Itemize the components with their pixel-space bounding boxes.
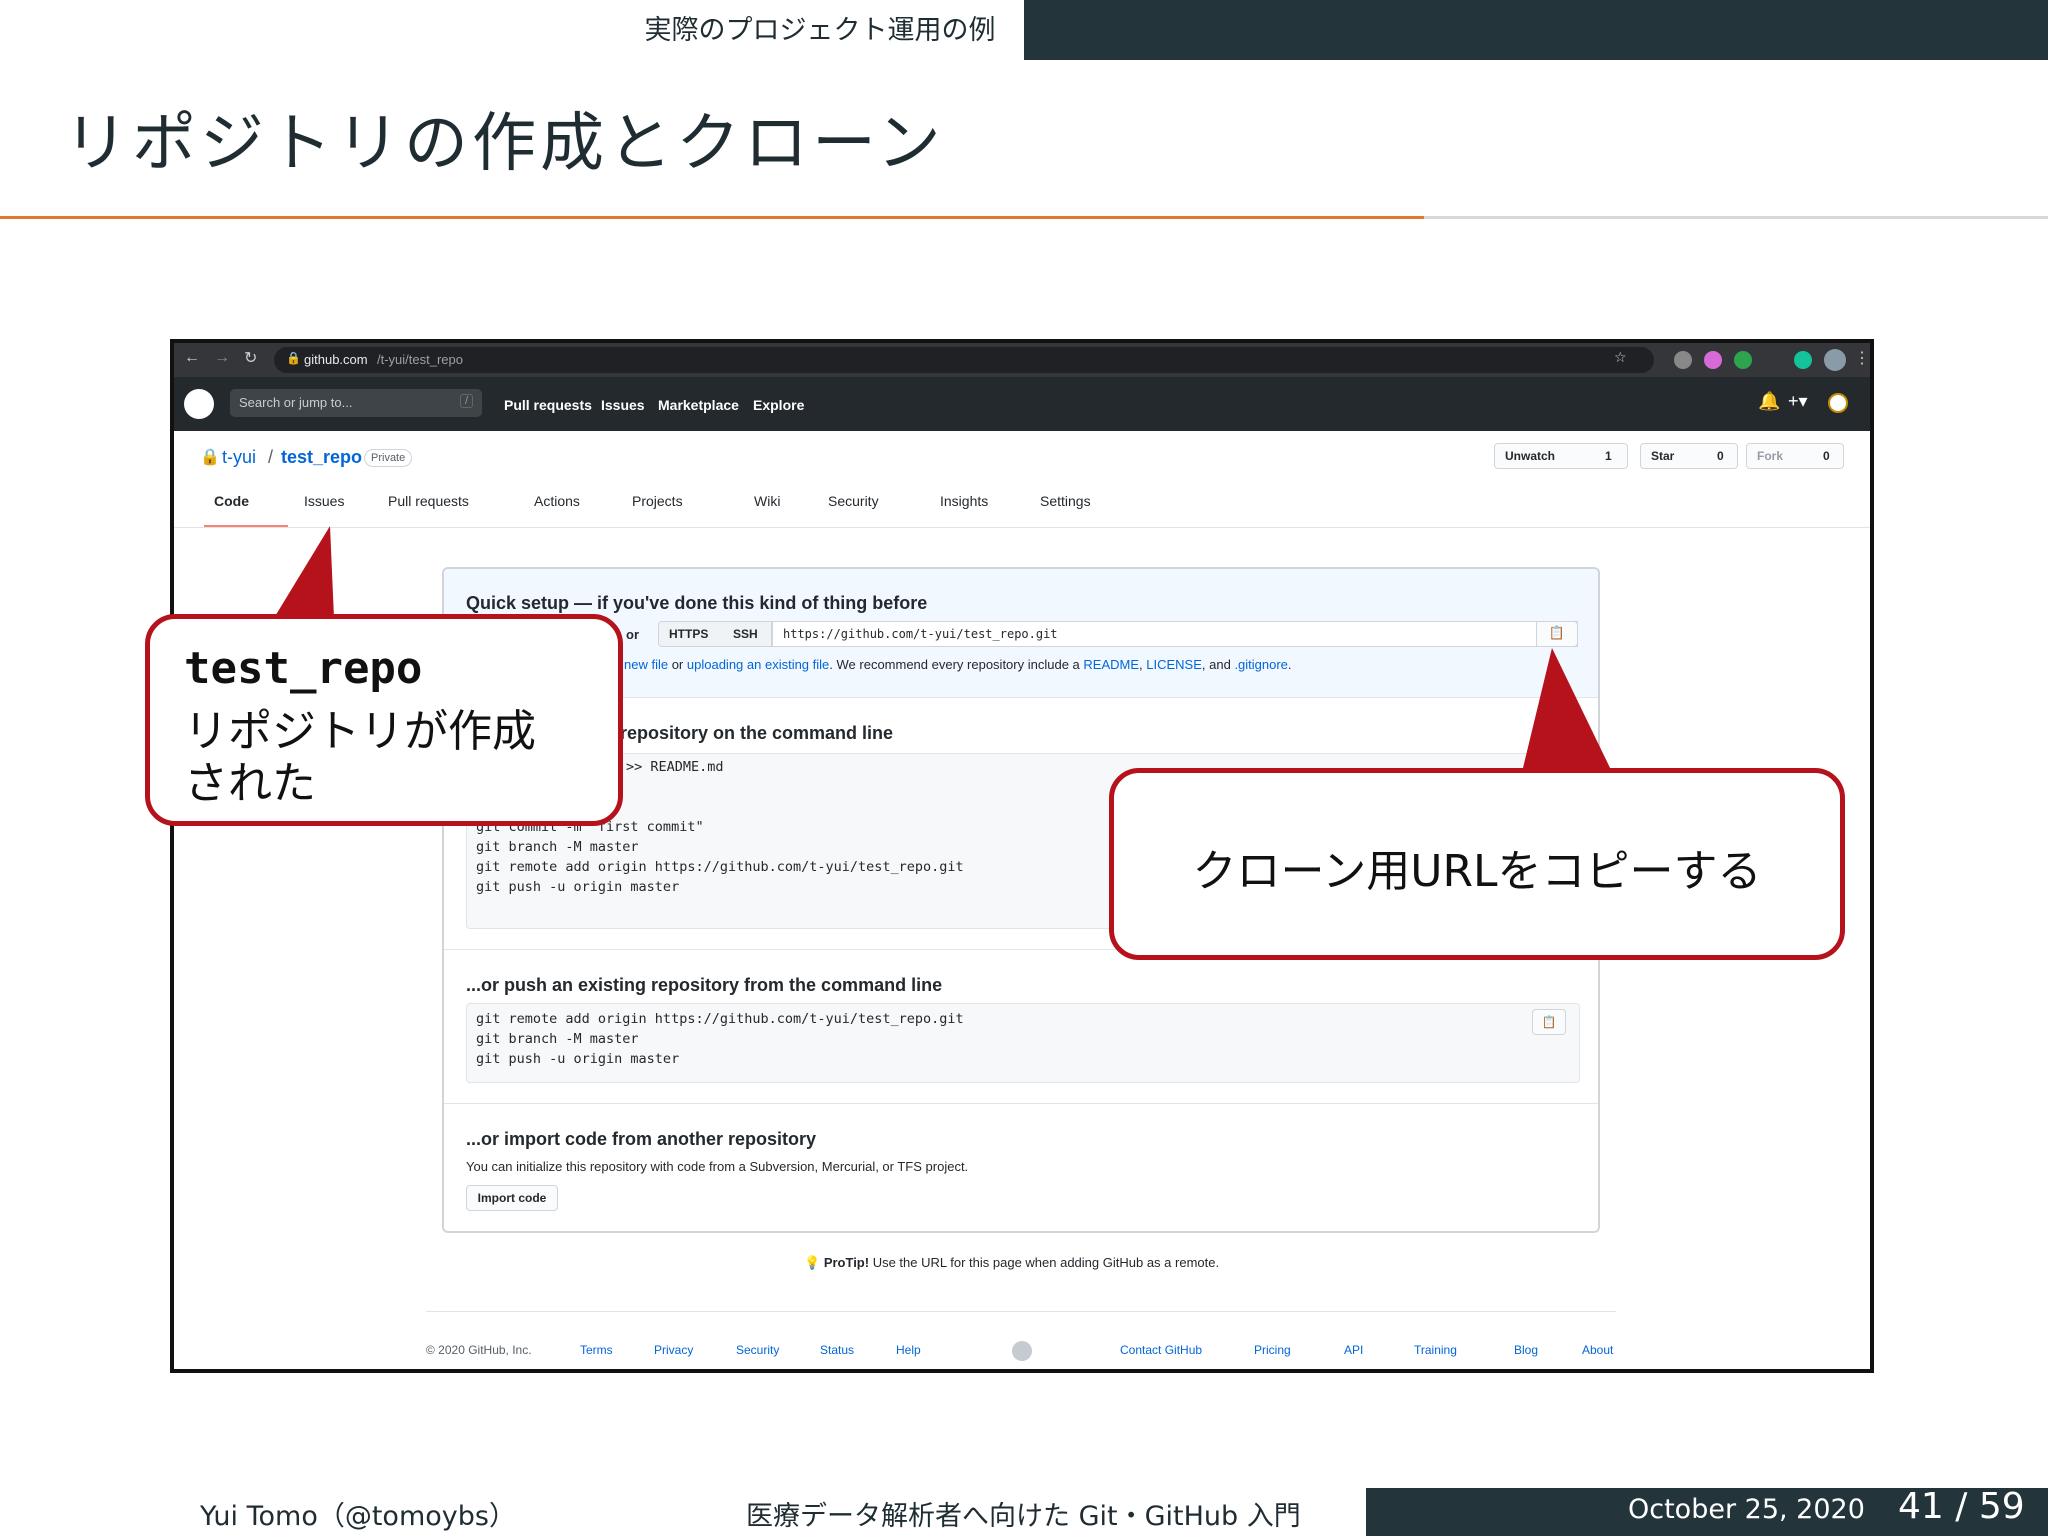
page-separator: /	[1955, 1486, 1968, 1527]
footer-course: 医療データ解析者へ向けた Git・GitHub 入門	[746, 1501, 1301, 1532]
left-callout-line3: された	[184, 758, 316, 809]
left-callout-repo: test_repo	[184, 643, 423, 694]
footer-author: Yui Tomo（@tomoybs）	[200, 1501, 516, 1532]
right-callout-pointer	[1522, 648, 1612, 772]
page-current: 41	[1898, 1486, 1944, 1527]
right-callout: クローン用URLをコピーする	[1109, 768, 1845, 960]
left-callout: test_repo リポジトリが作成 された	[145, 614, 623, 826]
right-callout-text: クローン用URLをコピーする	[1192, 846, 1762, 897]
page-number: 41 / 59	[1898, 1486, 2025, 1527]
footer-date: October 25, 2020	[1628, 1494, 1865, 1525]
left-callout-pointer	[274, 526, 334, 618]
page-total: 59	[1978, 1486, 2025, 1527]
